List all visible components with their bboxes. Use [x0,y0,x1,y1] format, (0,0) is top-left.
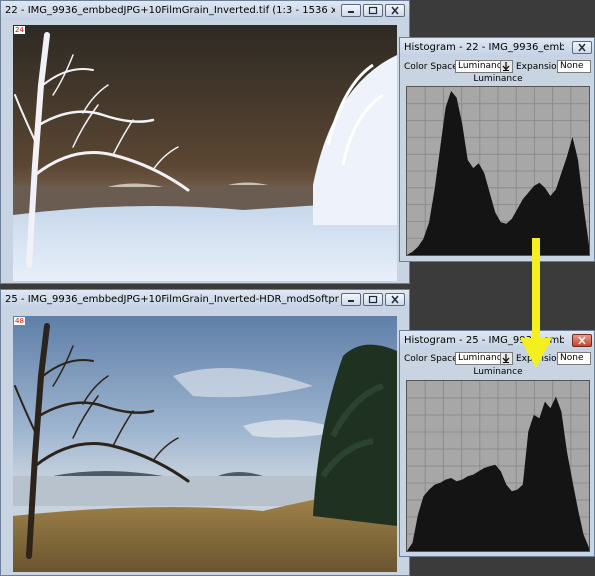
maximize-button[interactable] [363,4,383,17]
close-button[interactable] [572,41,592,54]
dropdown-arrow-icon [500,353,512,364]
dropdown-arrow-icon [500,61,512,72]
inverted-landscape-image [13,25,397,281]
hdr-landscape-image [13,316,397,572]
arrow-head [520,338,552,368]
zoom-tag: 24 [14,26,25,34]
zoom-tag: 48 [14,317,25,325]
maximize-icon [368,6,378,15]
luminance-histogram-top [406,86,590,256]
histogram-graph [407,87,589,255]
hdr-image-window[interactable]: 25 - IMG_9936_embbedJPG+10FilmGrain_Inve… [0,289,410,576]
color-space-select[interactable]: Luminance [455,60,513,73]
expansion-select[interactable]: None [557,60,591,73]
hdr-window-titlebar[interactable]: 25 - IMG_9936_embbedJPG+10FilmGrain_Inve… [1,290,409,309]
inverted-window-titlebar[interactable]: 22 - IMG_9936_embbedJPG+10FilmGrain_Inve… [1,1,409,20]
minimize-icon [348,11,354,13]
arrow-shaft [532,238,540,342]
color-space-label: Color Space: [404,62,461,72]
minimize-icon [348,300,354,302]
histogram-title: Histogram - 22 - IMG_9936_embbed... [404,42,564,53]
expansion-select[interactable]: None [557,352,591,365]
comparison-arrow-icon [520,238,552,368]
histogram-window-top[interactable]: Histogram - 22 - IMG_9936_embbed... Colo… [399,37,595,262]
minimize-button[interactable] [341,293,361,306]
close-button[interactable] [385,4,405,17]
window-title: 25 - IMG_9936_embbedJPG+10FilmGrain_Inve… [5,294,339,305]
close-icon [578,336,586,345]
minimize-button[interactable] [341,4,361,17]
inverted-image-window[interactable]: 22 - IMG_9936_embbedJPG+10FilmGrain_Inve… [0,0,410,284]
histogram-top-titlebar[interactable]: Histogram - 22 - IMG_9936_embbed... [400,38,594,57]
hdr-image-canvas[interactable]: 48 [13,316,397,572]
maximize-button[interactable] [363,293,383,306]
close-icon [391,295,399,304]
close-icon [578,43,586,52]
window-title: 22 - IMG_9936_embbedJPG+10FilmGrain_Inve… [5,5,335,16]
expansion-value: None [560,353,584,363]
close-icon [391,6,399,15]
close-button[interactable] [385,293,405,306]
histogram-window-bottom[interactable]: Histogram - 25 - IMG_9936_embbed... Colo… [399,330,595,557]
histogram-bottom-titlebar[interactable]: Histogram - 25 - IMG_9936_embbed... [400,331,594,350]
inverted-image-canvas[interactable]: 24 [13,25,397,281]
maximize-icon [368,295,378,304]
expansion-value: None [560,61,584,71]
plot-label: Luminance [473,74,523,84]
color-space-label: Color Space: [404,354,461,364]
close-button[interactable] [572,334,592,347]
color-space-select[interactable]: Luminance [455,352,513,365]
plot-label: Luminance [473,367,523,377]
histogram-graph [407,381,589,551]
luminance-histogram-bottom [406,380,590,552]
